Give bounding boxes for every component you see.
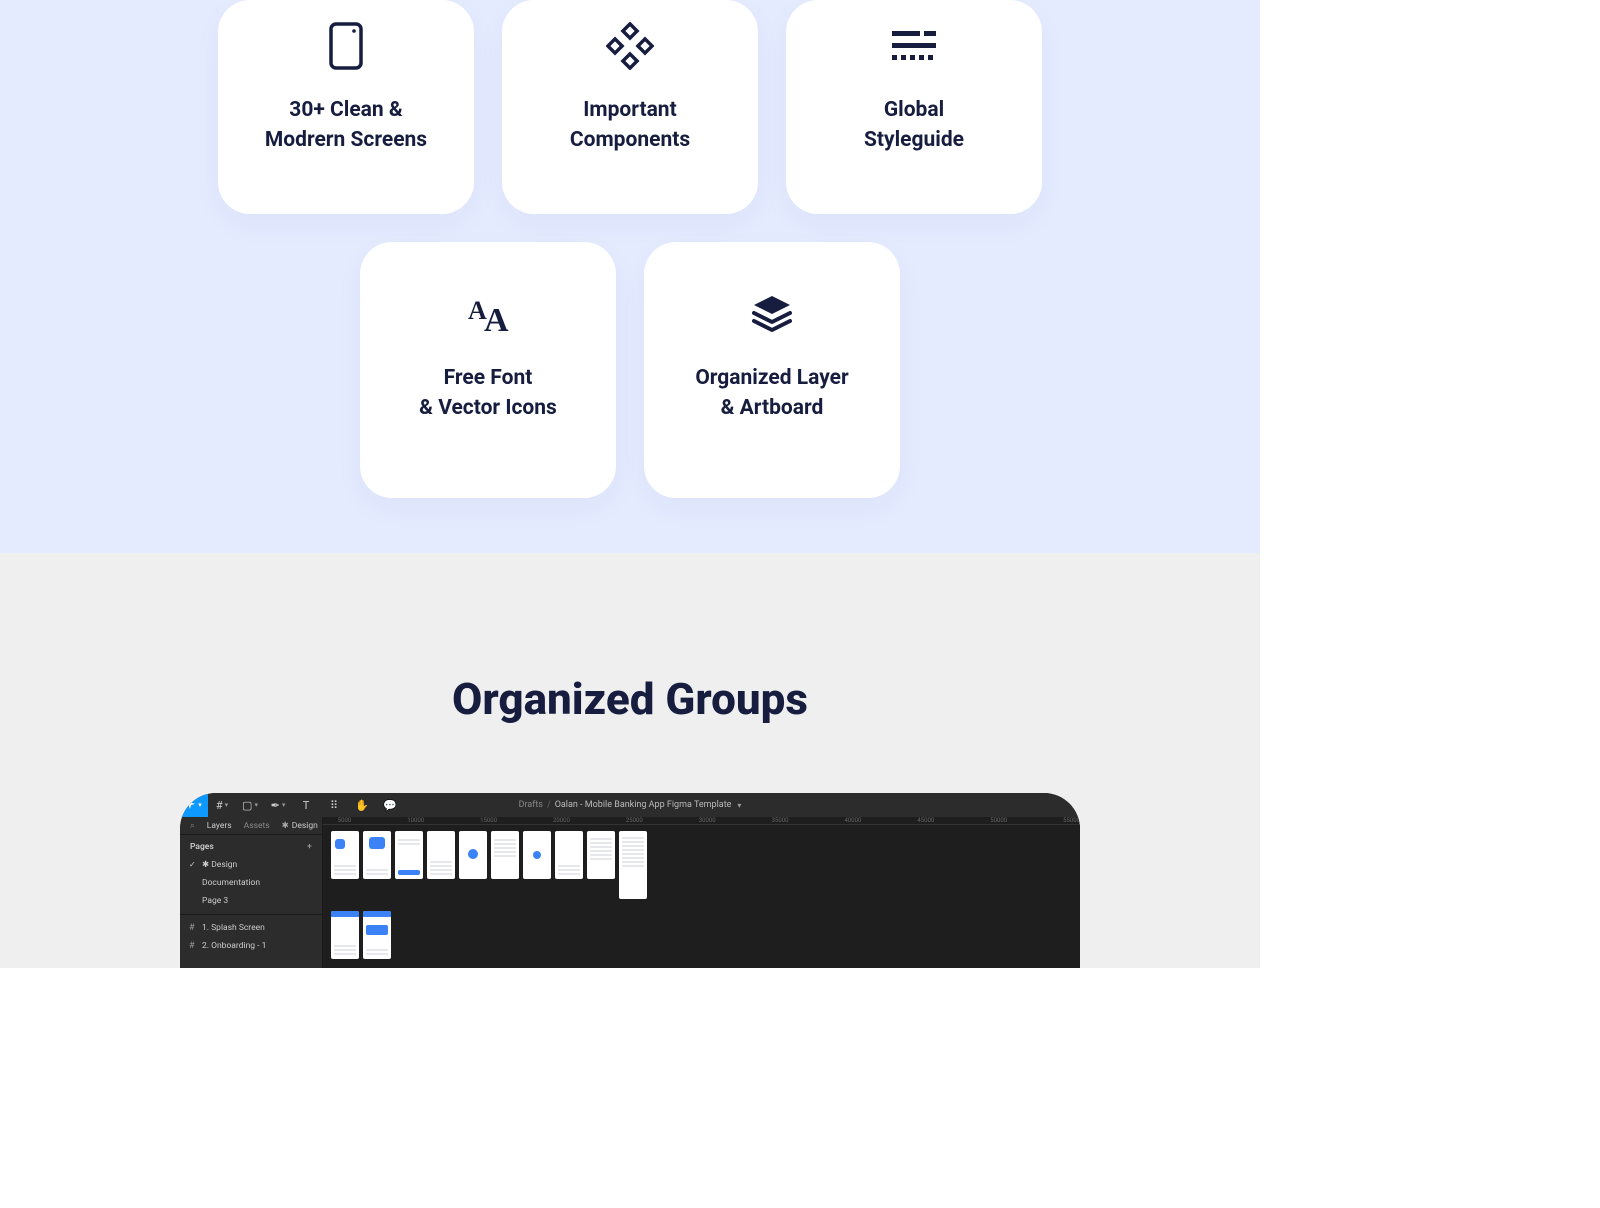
text-tool-icon[interactable]: T [292,793,320,817]
chevron-down-icon[interactable]: ▾ [737,801,741,810]
feature-label: 30+ Clean &Modrern Screens [265,96,427,156]
layer-item[interactable]: 1. Splash Screen [180,919,322,937]
artboard-row [331,911,1080,959]
feature-label: Organized Layer& Artboard [695,364,848,424]
comment-tool-icon[interactable]: 💬 [376,793,404,817]
figma-body: ⌕ Layers Assets ✱Design▾ Pages + ✱ Desig… [180,817,1080,968]
artboard-thumb[interactable] [395,831,423,879]
feature-label: ImportantComponents [570,96,690,156]
svg-text:A: A [484,302,509,337]
panel-divider [180,914,322,915]
pages-header: Pages + [180,835,322,856]
shape-tool-icon[interactable]: ▢▾ [236,793,264,817]
move-tool-icon[interactable]: ▾ [180,793,208,817]
search-icon[interactable]: ⌕ [190,821,195,831]
pages-label: Pages [190,842,214,852]
artboard-thumb[interactable] [427,831,455,879]
feature-card-styleguide: GlobalStyleguide [786,0,1042,214]
feature-card-layers: Organized Layer& Artboard [644,242,900,498]
artboard-thumb[interactable] [331,831,359,879]
artboard-thumb[interactable] [587,831,615,879]
figma-canvas[interactable] [323,825,1080,968]
artboard-thumb[interactable] [555,831,583,879]
features-row-2: AA Free Font& Vector Icons Organized Lay… [360,242,900,498]
layer-item[interactable]: 2. Onboarding - 1 [180,937,322,955]
pen-tool-icon[interactable]: ✒▾ [264,793,292,817]
feature-label: GlobalStyleguide [864,96,964,156]
breadcrumb-separator: / [547,800,551,810]
feature-label: Free Font& Vector Icons [419,364,557,424]
page-item-documentation[interactable]: Documentation [180,874,322,892]
components-icon [606,18,654,74]
artboard-thumb[interactable] [363,831,391,879]
phone-icon [329,18,363,74]
figma-canvas-area: 5000100001500020000250003000035000400004… [323,817,1080,968]
artboard-thumb[interactable] [363,911,391,959]
add-page-icon[interactable]: + [307,842,312,852]
resources-tool-icon[interactable]: ⠿ [320,793,348,817]
feature-card-components: ImportantComponents [502,0,758,214]
figma-left-panel: ⌕ Layers Assets ✱Design▾ Pages + ✱ Desig… [180,817,323,968]
tab-design[interactable]: Design [292,821,318,831]
artboard-thumb[interactable] [491,831,519,879]
styleguide-icon [892,18,936,74]
layers-icon [750,286,794,342]
feature-card-font: AA Free Font& Vector Icons [360,242,616,498]
page-item-page3[interactable]: Page 3 [180,892,322,910]
page-item-design[interactable]: ✱ Design [180,856,322,874]
groups-section: Organized Groups ▾ #▾ ▢▾ ✒▾ T ⠿ ✋ 💬 Draf… [0,553,1260,968]
font-icon: AA [462,286,514,342]
feature-card-screens: 30+ Clean &Modrern Screens [218,0,474,214]
artboard-thumb[interactable] [619,831,647,899]
features-row-1: 30+ Clean &Modrern Screens ImportantComp… [218,0,1042,214]
figma-screenshot: ▾ #▾ ▢▾ ✒▾ T ⠿ ✋ 💬 Drafts / Oalan - Mobi… [180,793,1080,968]
artboard-row [331,831,1080,899]
tab-assets[interactable]: Assets [244,821,270,831]
breadcrumb-root[interactable]: Drafts [519,800,543,810]
features-section: 30+ Clean &Modrern Screens ImportantComp… [0,0,1260,553]
frame-tool-icon[interactable]: #▾ [208,793,236,817]
artboard-thumb[interactable] [459,831,487,879]
ruler: 5000100001500020000250003000035000400004… [323,817,1080,825]
tab-layers[interactable]: Layers [207,821,232,831]
artboard-thumb[interactable] [331,911,359,959]
breadcrumb-file[interactable]: Oalan - Mobile Banking App Figma Templat… [555,800,732,810]
artboard-thumb[interactable] [523,831,551,879]
panel-tabs: ⌕ Layers Assets ✱Design▾ [180,817,322,835]
section-title: Organized Groups [452,673,808,725]
hand-tool-icon[interactable]: ✋ [348,793,376,817]
figma-toolbar: ▾ #▾ ▢▾ ✒▾ T ⠿ ✋ 💬 [180,793,404,817]
figma-titlebar: ▾ #▾ ▢▾ ✒▾ T ⠿ ✋ 💬 Drafts / Oalan - Mobi… [180,793,1080,817]
